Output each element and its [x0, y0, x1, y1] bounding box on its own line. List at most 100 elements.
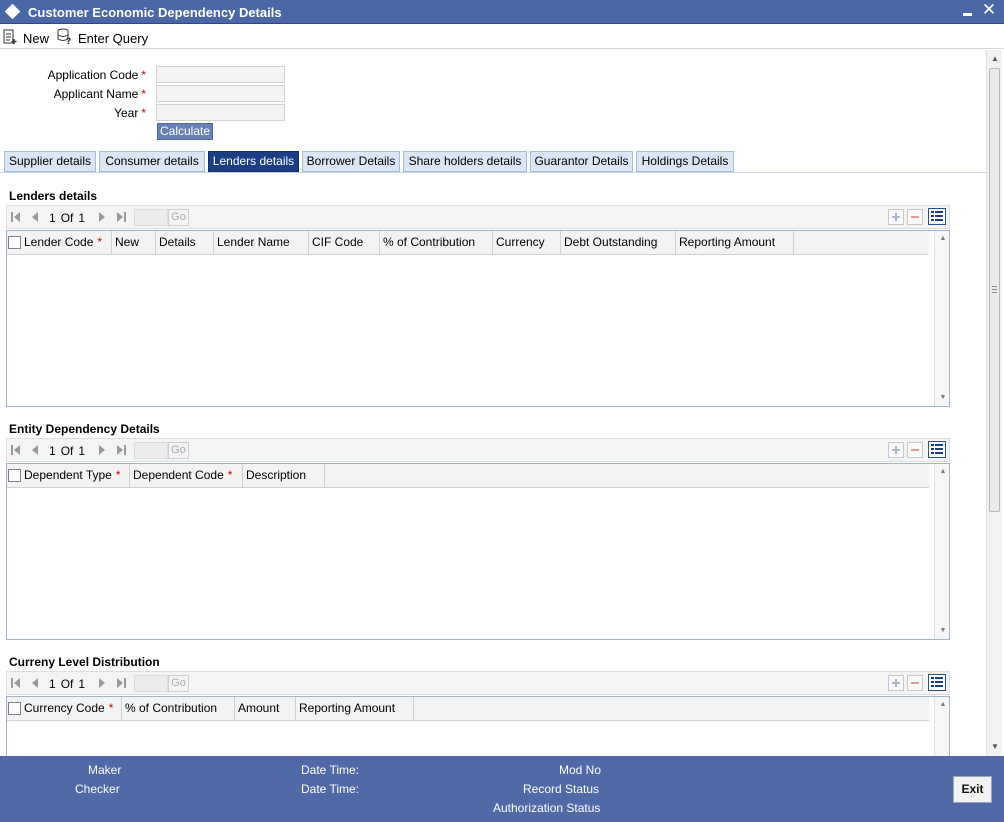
currency-grid-scrollbar[interactable]: ▲ — [934, 697, 949, 756]
grip-icon — [992, 286, 997, 293]
tab-holdings-details[interactable]: Holdings Details — [636, 151, 734, 172]
authorization-status-label: Authorization Status — [493, 801, 601, 815]
minimize-icon[interactable] — [961, 4, 975, 18]
entity-grid-header: Dependent Type * Dependent Code * Descript… — [7, 464, 929, 488]
form-content: Application Code * Applicant Name * Year * … — [0, 50, 986, 756]
previous-page-icon[interactable] — [31, 677, 41, 689]
scroll-up-icon[interactable]: ▲ — [935, 699, 949, 711]
tab-share-holders-details[interactable]: Share holders details — [403, 151, 527, 172]
column-contribution: % of Contribution — [122, 697, 235, 720]
year-input[interactable] — [156, 104, 285, 121]
close-icon[interactable]: ✕ — [980, 1, 998, 19]
app-diamond-icon — [4, 3, 21, 20]
column-details: Details — [156, 231, 214, 254]
currency-page-info: 1 Of 1 — [49, 677, 86, 691]
select-all-checkbox[interactable] — [8, 702, 21, 715]
column-dependent-code: Dependent Code * — [130, 464, 243, 487]
lenders-grid-scrollbar[interactable]: ▲ ▼ — [934, 231, 949, 406]
window-title-bar: Customer Economic Dependency Details ✕ — [0, 0, 1004, 24]
audit-footer: Maker Checker Date Time: Date Time: Mod … — [0, 756, 1004, 822]
entity-grid: Dependent Type * Dependent Code * Descript… — [6, 463, 950, 640]
svg-text:?: ? — [66, 37, 71, 45]
column-new: New — [112, 231, 156, 254]
column-currency-code: Currency Code * — [7, 697, 122, 720]
year-label: Year * — [114, 106, 146, 120]
previous-page-icon[interactable] — [31, 444, 41, 456]
entity-navigation-bar: 1 Of 1 Go — [6, 438, 950, 462]
tab-guarantor-details[interactable]: Guarantor Details — [530, 151, 633, 172]
scroll-up-icon[interactable]: ▲ — [935, 466, 949, 478]
single-view-icon[interactable] — [928, 674, 946, 691]
tab-divider — [0, 172, 986, 173]
scroll-up-icon[interactable]: ▲ — [987, 52, 1003, 66]
column-reporting-amount: Reporting Amount — [676, 231, 794, 254]
tab-supplier-details[interactable]: Supplier details — [4, 151, 96, 172]
application-code-input[interactable] — [156, 66, 285, 83]
add-row-icon[interactable] — [888, 675, 904, 691]
previous-page-icon[interactable] — [31, 211, 41, 223]
select-all-checkbox[interactable] — [8, 236, 21, 249]
enter-query-button[interactable]: ? Enter Query — [56, 28, 148, 46]
applicant-name-input[interactable] — [156, 85, 285, 102]
tab-borrower-details[interactable]: Borrower Details — [302, 151, 400, 172]
application-code-label: Application Code * — [47, 68, 146, 82]
first-page-icon[interactable] — [11, 211, 21, 223]
page-scrollbar[interactable]: ▲ ▼ — [986, 50, 1002, 756]
query-icon: ? — [57, 28, 71, 45]
scroll-down-icon[interactable]: ▼ — [987, 740, 1003, 754]
last-page-icon[interactable] — [117, 677, 127, 689]
single-view-icon[interactable] — [928, 441, 946, 458]
next-page-icon[interactable] — [97, 677, 107, 689]
add-row-icon[interactable] — [888, 209, 904, 225]
window-title: Customer Economic Dependency Details — [28, 5, 282, 20]
checker-date-time-label: Date Time: — [301, 782, 360, 796]
next-page-icon[interactable] — [97, 444, 107, 456]
currency-go-button[interactable]: Go — [168, 675, 189, 692]
entity-section-title: Entity Dependency Details — [9, 422, 160, 436]
checker-label: Checker — [75, 782, 120, 796]
currency-navigation-bar: 1 Of 1 Go — [6, 671, 950, 695]
currency-grid: Currency Code * % of Contribution Amount … — [6, 696, 950, 756]
new-document-icon — [3, 29, 17, 44]
mod-no-label: Mod No — [559, 763, 602, 777]
column-debt-outstanding: Debt Outstanding — [561, 231, 676, 254]
applicant-name-label: Applicant Name * — [53, 87, 146, 101]
select-all-checkbox[interactable] — [8, 469, 21, 482]
lenders-page-input[interactable] — [134, 209, 168, 226]
lenders-grid-header: Lender Code * New Details Lender Name CIF… — [7, 231, 929, 255]
new-button[interactable]: New — [2, 28, 52, 46]
entity-go-button[interactable]: Go — [168, 442, 189, 459]
scrollbar-thumb[interactable] — [989, 68, 1000, 512]
lenders-navigation-bar: 1 Of 1 Go — [6, 205, 950, 229]
scroll-down-icon[interactable]: ▼ — [935, 392, 949, 404]
currency-grid-header: Currency Code * % of Contribution Amount … — [7, 697, 929, 721]
calculate-button[interactable]: Calculate — [157, 123, 213, 140]
tab-lenders-details[interactable]: Lenders details — [208, 151, 299, 172]
delete-row-icon[interactable] — [907, 675, 923, 691]
maker-date-time-label: Date Time: — [301, 763, 360, 777]
scroll-up-icon[interactable]: ▲ — [935, 233, 949, 245]
delete-row-icon[interactable] — [907, 442, 923, 458]
entity-grid-scrollbar[interactable]: ▲ ▼ — [934, 464, 949, 639]
column-description: Description — [243, 464, 325, 487]
first-page-icon[interactable] — [11, 444, 21, 456]
column-lender-code: Lender Code * — [7, 231, 112, 254]
enter-query-label: Enter Query — [78, 31, 149, 46]
add-row-icon[interactable] — [888, 442, 904, 458]
first-page-icon[interactable] — [11, 677, 21, 689]
single-view-icon[interactable] — [928, 208, 946, 225]
scroll-down-icon[interactable]: ▼ — [935, 625, 949, 637]
tab-consumer-details[interactable]: Consumer details — [99, 151, 205, 172]
column-reporting-amount: Reporting Amount — [296, 697, 414, 720]
entity-page-input[interactable] — [134, 442, 168, 459]
last-page-icon[interactable] — [117, 444, 127, 456]
last-page-icon[interactable] — [117, 211, 127, 223]
delete-row-icon[interactable] — [907, 209, 923, 225]
new-button-label: New — [23, 31, 50, 46]
currency-page-input[interactable] — [134, 675, 168, 692]
record-status-label: Record Status — [523, 782, 600, 796]
lenders-page-info: 1 Of 1 — [49, 211, 86, 225]
exit-button[interactable]: Exit — [953, 776, 992, 803]
next-page-icon[interactable] — [97, 211, 107, 223]
lenders-go-button[interactable]: Go — [168, 209, 189, 226]
